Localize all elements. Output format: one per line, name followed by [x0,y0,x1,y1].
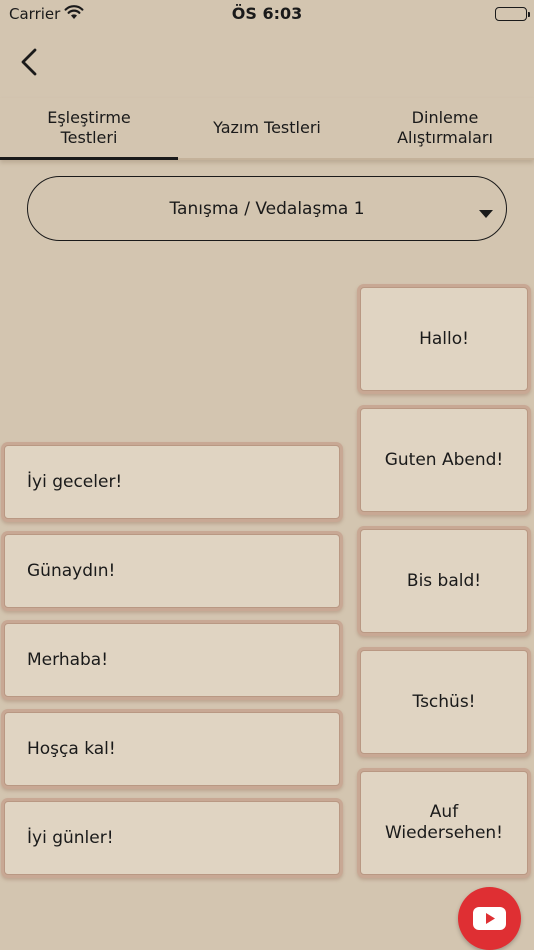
card-text: Merhaba! [27,650,109,670]
card-text: Bis bald! [406,570,482,591]
back-button[interactable] [14,45,46,79]
clock: ÖS 6:03 [231,4,303,23]
card-text: İyi günler! [27,828,114,848]
card-text: Auf Wiedersehen! [385,802,503,843]
lesson-dropdown[interactable]: Tanışma / Vedalaşma 1 [27,176,507,241]
dropdown-selected-label: Tanışma / Vedalaşma 1 [169,198,365,219]
youtube-play-icon [473,907,506,930]
turkish-word-card[interactable]: Merhaba! [4,623,340,697]
card-text: Tschüs! [412,691,476,712]
tab-writing-tests[interactable]: Yazım Testleri [178,98,356,158]
tab-listening-exercises[interactable]: Dinleme Alıştırmaları [356,98,534,158]
status-bar: Carrier ÖS 6:03 [0,0,534,28]
youtube-button[interactable] [458,887,521,950]
german-word-card[interactable]: Guten Abend! [360,408,528,512]
turkish-word-card[interactable]: Hoşça kal! [4,712,340,786]
german-word-card[interactable]: Auf Wiedersehen! [360,771,528,875]
turkish-word-card[interactable]: İyi günler! [4,801,340,875]
caret-down-icon [478,204,494,224]
card-text: Hallo! [419,328,469,349]
german-word-card[interactable]: Hallo! [360,287,528,391]
battery-icon [495,7,530,21]
turkish-word-card[interactable]: Günaydın! [4,534,340,608]
german-word-card[interactable]: Tschüs! [360,650,528,754]
card-text: Guten Abend! [384,449,504,470]
card-text: Hoşça kal! [27,739,116,759]
chevron-left-icon [21,48,37,76]
card-text: İyi geceler! [27,472,123,492]
turkish-word-card[interactable]: İyi geceler! [4,445,340,519]
tab-matching-tests[interactable]: Eşleştirme Testleri [0,98,178,160]
card-text: Günaydın! [27,561,116,581]
german-word-card[interactable]: Bis bald! [360,529,528,633]
test-type-tabs: Eşleştirme Testleri Yazım Testleri Dinle… [0,98,534,160]
